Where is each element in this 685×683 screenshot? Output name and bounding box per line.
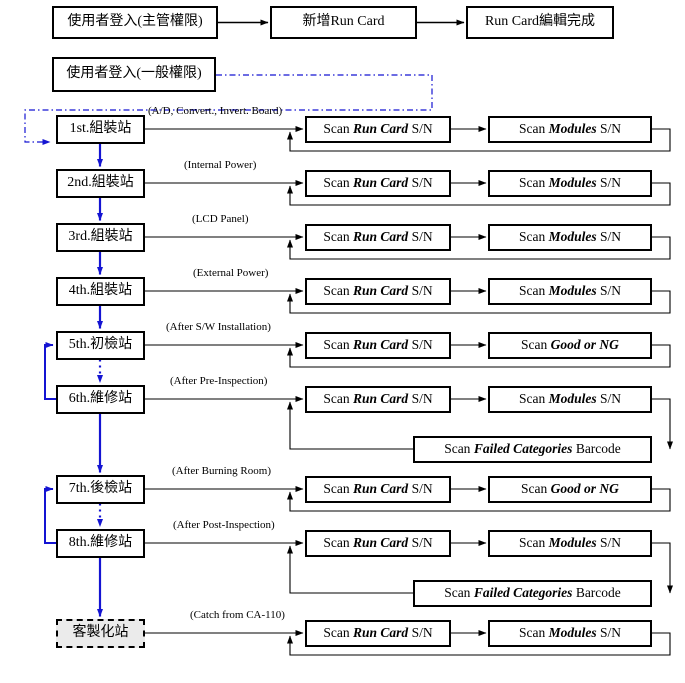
scan-label: Scan Modules S/N	[518, 120, 622, 136]
row-note-1: (A/D, Convert., Invert. Board)	[148, 105, 283, 117]
scan-label: Scan Modules S/N	[518, 228, 622, 244]
scan-label: Scan Run Card S/N	[323, 228, 433, 244]
row-note-3: (LCD Panel)	[192, 213, 249, 225]
row-note-7: (After Burning Room)	[172, 465, 271, 477]
scan-failed-box-8[interactable]: Scan Failed Categories Barcode	[413, 579, 652, 607]
scan-label-emphasis: Modules	[548, 120, 597, 136]
scan-label: Scan Modules S/N	[518, 174, 622, 190]
scan-label: Scan Run Card S/N	[323, 624, 433, 640]
scan-second-box-3[interactable]: Scan Modules S/N	[488, 223, 652, 251]
scan-label-emphasis: Modules	[548, 624, 597, 640]
scan-label-emphasis: Modules	[548, 174, 597, 190]
scan-label-emphasis: Failed Categories	[473, 440, 573, 456]
scan-label-emphasis: Run Card	[353, 534, 409, 550]
scan-second-box-6[interactable]: Scan Modules S/N	[488, 385, 652, 413]
scan-label: Scan Modules S/N	[518, 282, 622, 298]
scan-label: Scan Run Card S/N	[323, 534, 433, 550]
scan-second-box-2[interactable]: Scan Modules S/N	[488, 169, 652, 197]
station-box-1[interactable]: 1st.組裝站	[56, 114, 145, 144]
scan-run-card-box-8[interactable]: Scan Run Card S/N	[305, 529, 451, 557]
row-note-5: (After S/W Installation)	[166, 321, 271, 333]
scan-label: Scan Modules S/N	[518, 390, 622, 406]
scan-label: Scan Modules S/N	[518, 624, 622, 640]
flowchart-canvas: 使用者登入(主管權限) 新增Run Card Run Card編輯完成使用者登入(一…	[0, 0, 685, 683]
arrow-scan2-to-failed-8	[652, 542, 673, 594]
station-box-5[interactable]: 5th.初檢站	[56, 330, 145, 360]
scan-second-box-9[interactable]: Scan Modules S/N	[488, 619, 652, 647]
admin-login-box[interactable]: 使用者登入(主管權限)	[52, 6, 218, 39]
scan-second-box-8[interactable]: Scan Modules S/N	[488, 529, 652, 557]
scan-label: Scan Modules S/N	[518, 534, 622, 550]
scan-label: Scan Good or NG	[521, 480, 619, 496]
scan-run-card-box-7[interactable]: Scan Run Card S/N	[305, 475, 451, 503]
scan-label: Scan Run Card S/N	[323, 174, 433, 190]
arrow-scan2-to-failed-6	[652, 398, 673, 450]
scan-label-emphasis: Run Card	[353, 120, 409, 136]
row-note-2: (Internal Power)	[184, 159, 257, 171]
row-note-8: (After Post-Inspection)	[173, 519, 275, 531]
scan-label-emphasis: Modules	[548, 282, 597, 298]
scan-label-emphasis: Run Card	[353, 390, 409, 406]
scan-label: Scan Failed Categories Barcode	[444, 584, 621, 600]
repair-return-6-to-5	[44, 342, 56, 400]
scan-label: Scan Run Card S/N	[323, 282, 433, 298]
scan-run-card-box-1[interactable]: Scan Run Card S/N	[305, 115, 451, 143]
scan-second-box-1[interactable]: Scan Modules S/N	[488, 115, 652, 143]
scan-label-emphasis: Run Card	[353, 480, 409, 496]
scan-label: Scan Run Card S/N	[323, 390, 433, 406]
scan-label: Scan Run Card S/N	[323, 336, 433, 352]
station-box-2[interactable]: 2nd.組裝站	[56, 168, 145, 198]
row-note-9: (Catch from CA-110)	[190, 609, 285, 621]
scan-run-card-box-9[interactable]: Scan Run Card S/N	[305, 619, 451, 647]
scan-run-card-box-6[interactable]: Scan Run Card S/N	[305, 385, 451, 413]
scan-label: Scan Good or NG	[521, 336, 619, 352]
run-card-done-box[interactable]: Run Card編輯完成	[466, 6, 614, 39]
scan-label-emphasis: Run Card	[353, 336, 409, 352]
scan-label-emphasis: Failed Categories	[473, 584, 573, 600]
station-box-8[interactable]: 8th.維修站	[56, 528, 145, 558]
scan-run-card-box-5[interactable]: Scan Run Card S/N	[305, 331, 451, 359]
new-run-card-box[interactable]: 新增Run Card	[270, 6, 417, 39]
scan-label-emphasis: Run Card	[353, 174, 409, 190]
scan-label-emphasis: Good or NG	[550, 480, 619, 496]
scan-run-card-box-3[interactable]: Scan Run Card S/N	[305, 223, 451, 251]
scan-label-emphasis: Run Card	[353, 624, 409, 640]
repair-return-8-to-7	[44, 486, 56, 544]
scan-label-emphasis: Modules	[548, 534, 597, 550]
scan-second-box-7[interactable]: Scan Good or NG	[488, 475, 652, 503]
scan-second-box-5[interactable]: Scan Good or NG	[488, 331, 652, 359]
scan-run-card-box-2[interactable]: Scan Run Card S/N	[305, 169, 451, 197]
scan-second-box-4[interactable]: Scan Modules S/N	[488, 277, 652, 305]
scan-run-card-box-4[interactable]: Scan Run Card S/N	[305, 277, 451, 305]
scan-label-emphasis: Good or NG	[550, 336, 619, 352]
station-box-6[interactable]: 6th.維修站	[56, 384, 145, 414]
scan-failed-box-6[interactable]: Scan Failed Categories Barcode	[413, 435, 652, 463]
station-box-7[interactable]: 7th.後檢站	[56, 474, 145, 504]
scan-label-emphasis: Run Card	[353, 228, 409, 244]
scan-label: Scan Run Card S/N	[323, 480, 433, 496]
station-box-3[interactable]: 3rd.組裝站	[56, 222, 145, 252]
station-box-9[interactable]: 客製化站	[56, 618, 145, 648]
scan-label-emphasis: Modules	[548, 390, 597, 406]
user-login-box[interactable]: 使用者登入(一般權限)	[52, 57, 216, 92]
scan-label: Scan Run Card S/N	[323, 120, 433, 136]
row-note-4: (External Power)	[193, 267, 269, 279]
station-box-4[interactable]: 4th.組裝站	[56, 276, 145, 306]
row-note-6: (After Pre-Inspection)	[170, 375, 268, 387]
scan-label: Scan Failed Categories Barcode	[444, 440, 621, 456]
scan-label-emphasis: Modules	[548, 228, 597, 244]
scan-label-emphasis: Run Card	[353, 282, 409, 298]
